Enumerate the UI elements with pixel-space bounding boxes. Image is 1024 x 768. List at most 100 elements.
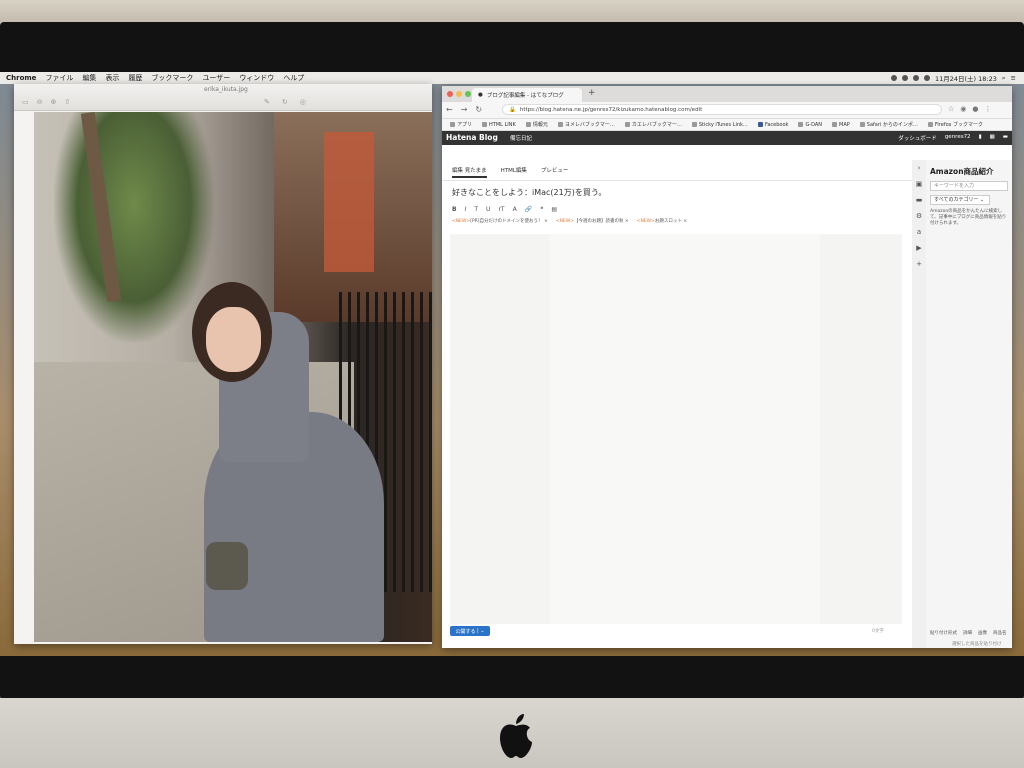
folder-icon[interactable]: ▬ [916,196,923,204]
amazon-keyword-input[interactable]: キーワードを入力 [930,181,1008,191]
battery-icon[interactable] [923,75,930,81]
tab-preview[interactable]: プレビュー [541,166,569,178]
hatena-header: Hatena Blog 備忘日記 ダッシュボード genres72 ▮ ▦ ▬ [442,131,1012,145]
back-icon[interactable]: ← [446,105,453,114]
minimize-window-button[interactable] [456,91,462,97]
page-icon [798,122,804,127]
bold-button[interactable]: B [452,206,457,213]
page-icon [691,122,697,127]
topic-link[interactable]: <NEW>【今週のお題】読書の秋 × [556,218,629,224]
bookmark-item[interactable]: Sticky iTunes Link… [691,122,748,128]
bookmark-item[interactable]: ヨメレバブックマー… [557,121,615,128]
chevron-right-icon[interactable]: › [918,164,921,172]
plus-icon[interactable]: + [916,260,922,268]
status-icon[interactable] [901,75,908,81]
publish-button[interactable]: 公開する | ⌄ [450,626,490,636]
comment-icon[interactable]: ▬ [1003,134,1008,142]
close-window-button[interactable] [447,91,453,97]
bookmark-apps[interactable]: アプリ [450,121,472,128]
menu-item-bookmarks[interactable]: ブックマーク [151,73,193,83]
menu-item-file[interactable]: ファイル [45,73,73,83]
markup-icon[interactable]: ✎ [264,98,270,106]
sidebar-toggle-icon[interactable]: ▭ [22,98,29,106]
blog-selector[interactable]: 備忘日記 [510,134,532,142]
url-text: https://blog.hatena.ne.jp/genres72/kizuk… [519,106,703,113]
image-icon[interactable]: ▤ [551,206,557,213]
bookmark-facebook[interactable]: Facebook [757,122,788,128]
italic-button[interactable]: I [465,206,467,213]
menu-item-view[interactable]: 表示 [105,73,119,83]
rotate-icon[interactable]: ↻ [282,98,288,106]
paste-selected-button[interactable]: 選択した商品を貼り付け [952,641,1002,647]
bookmark-folder[interactable]: Firefox ブックマーク [927,121,983,128]
zoom-out-icon[interactable]: ⊖ [37,98,43,106]
preview-titlebar: erika_ikuta.jpg ▭ ⊖ ⊕ ⇧ ✎ ↻ ◎ [14,84,432,111]
extension-icon[interactable]: ◉ [960,105,966,113]
bookmark-map[interactable]: MAP [832,122,850,128]
amazon-category-select[interactable]: すべてのカテゴリー ⌄ [930,195,990,205]
format-detail-button[interactable]: 詳細 [963,630,972,636]
menu-item-help[interactable]: ヘルプ [283,73,304,83]
user-menu[interactable]: genres72 [945,134,971,142]
apple-logo-icon [500,714,532,758]
extensions-area: ☆ ◉ ● ⋮ [948,105,992,113]
link-icon[interactable]: 🔗 [525,206,532,213]
forward-icon[interactable]: → [461,105,468,114]
strike-button[interactable]: T [474,206,478,213]
menu-dots-icon[interactable]: ⋮ [985,105,992,113]
menu-list-icon[interactable]: ≡ [1011,74,1016,82]
amazon-icon[interactable]: a [917,228,921,236]
bookmark-item[interactable]: 情報元 [525,121,548,128]
bookmark-icon[interactable]: ▮ [979,134,982,142]
tab-blog-edit[interactable]: ● ブログ記事編集 - はてなブログ [472,88,582,102]
menu-item-window[interactable]: ウィンドウ [239,73,274,83]
search-icon[interactable]: ⌕ [1002,74,1006,83]
address-bar[interactable]: 🔒 https://blog.hatena.ne.jp/genres72/kiz… [502,104,942,115]
underline-button[interactable]: U [486,206,490,213]
menu-status-area: 11月24日(土) 18:23 ⌕ ≡ [890,72,1016,84]
new-tab-button[interactable]: + [588,88,596,98]
gear-icon[interactable]: ⚙ [916,212,922,220]
topic-link[interactable]: <NEW>[PR]自分だけのドメインを使おう！ × [452,218,548,224]
monitor-screen: Chrome ファイル 編集 表示 履歴 ブックマーク ユーザー ウィンドウ ヘ… [0,72,1024,656]
format-image-button[interactable]: 画像 [978,630,987,636]
menu-item-history[interactable]: 履歴 [128,73,142,83]
youtube-icon[interactable]: ▶ [916,244,921,252]
page-icon [557,122,563,127]
dashboard-link[interactable]: ダッシュボード [898,134,937,142]
bookmark-item[interactable]: カエレバブックマー… [624,121,682,128]
status-icon[interactable] [890,75,897,81]
menu-app-name[interactable]: Chrome [6,74,36,82]
zoom-in-icon[interactable]: ⊕ [51,98,57,106]
bookmark-item[interactable]: HTML LINK [482,122,516,128]
post-title-input[interactable]: 好きなことをしよう：iMac(21万)を買う。 [442,181,912,204]
extension-icon[interactable]: ● [972,105,978,113]
bookmark-item[interactable]: G-DAN [798,122,822,128]
photo-icon[interactable]: ▣ [916,180,923,188]
topic-links: <NEW>[PR]自分だけのドメインを使おう！ × <NEW>【今週のお題】読書… [442,215,912,227]
reload-icon[interactable]: ↻ [475,105,482,114]
amazon-description: Amazonの商品をかんたんに検索して、記事中にブログに商品情報を貼り付けられま… [930,209,1007,226]
topic-link[interactable]: <NEW>お題スロット × [637,218,687,224]
post-body-editor[interactable] [450,234,902,624]
tab-wysiwyg[interactable]: 編集 見たまま [452,166,487,178]
menu-item-edit[interactable]: 編集 [82,73,96,83]
char-count: 0文字 [872,629,884,634]
wifi-icon[interactable] [912,75,919,81]
adjust-icon[interactable]: ◎ [300,98,306,106]
bookmark-star-icon[interactable]: ☆ [948,105,954,113]
preview-window: erika_ikuta.jpg ▭ ⊖ ⊕ ⇧ ✎ ↻ ◎ [14,84,432,644]
notification-icon[interactable]: ▦ [990,134,995,142]
hatena-logo[interactable]: Hatena Blog [446,133,498,142]
share-icon[interactable]: ⇧ [64,98,70,106]
tab-html[interactable]: HTML編集 [501,166,527,178]
clear-format-button[interactable]: rT [498,206,504,213]
text-color-button[interactable]: A [513,206,517,213]
quote-icon[interactable]: ❝ [540,206,543,213]
menu-clock[interactable]: 11月24日(土) 18:23 [935,73,997,83]
menu-item-users[interactable]: ユーザー [202,73,230,83]
zoom-window-button[interactable] [465,91,471,97]
mac-menu-bar: Chrome ファイル 編集 表示 履歴 ブックマーク ユーザー ウィンドウ ヘ… [0,72,1024,84]
bookmark-folder[interactable]: Safari からのインポ… [859,121,918,128]
format-name-button[interactable]: 商品名 [993,630,1007,636]
